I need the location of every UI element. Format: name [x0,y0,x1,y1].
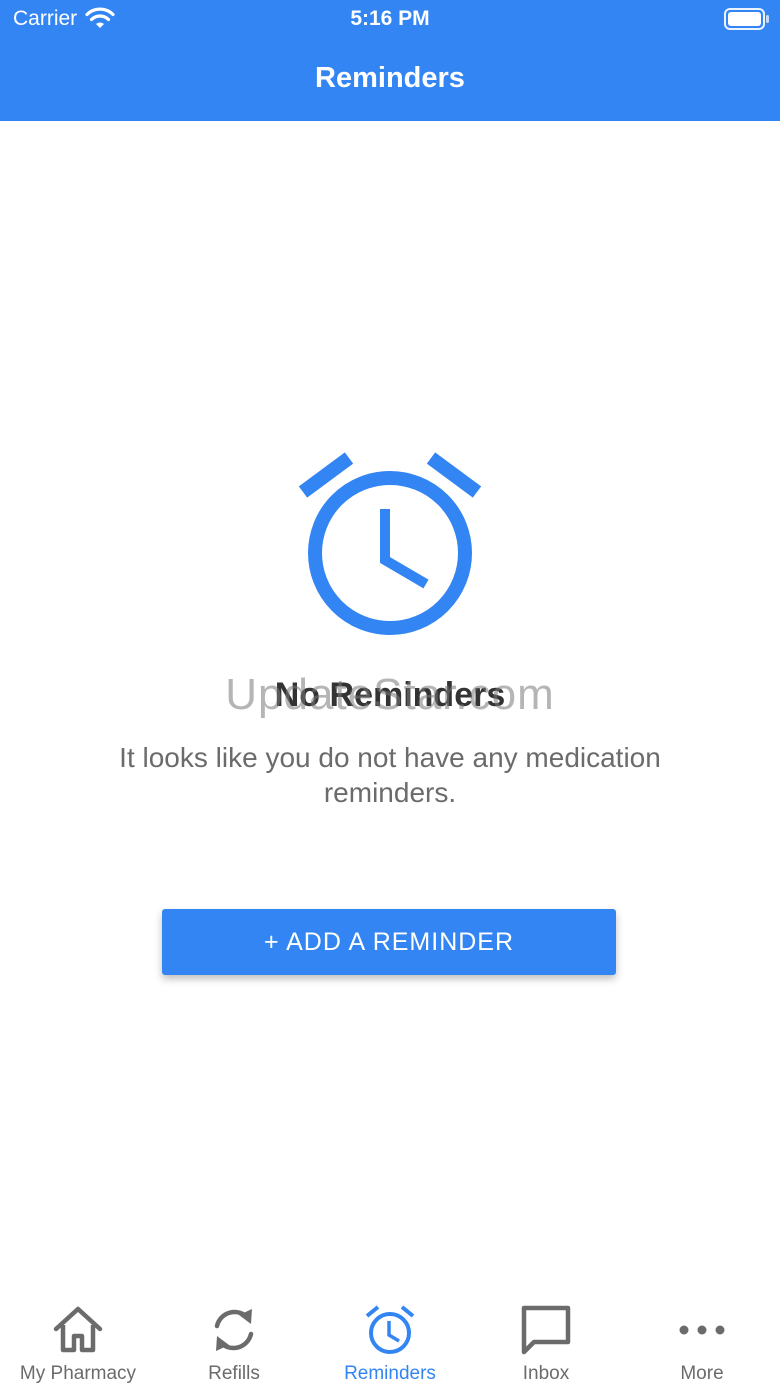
tab-label: Reminders [344,1363,436,1384]
tab-my-pharmacy[interactable]: My Pharmacy [0,1290,156,1387]
status-time: 5:16 PM [350,7,430,30]
watermark-text: UpdateStar.com [225,670,555,719]
alarm-clock-icon [299,452,481,635]
battery-icon [724,8,769,30]
tab-bar: My Pharmacy Refills Reminders Inbox More [0,1290,780,1387]
tab-refills[interactable]: Refills [156,1290,312,1387]
tab-label: My Pharmacy [19,1363,137,1384]
empty-state-message: It looks like you do not have any medica… [119,742,661,808]
home-icon [53,1306,103,1353]
tab-more[interactable]: More [624,1290,780,1387]
status-bar: Carrier 5:16 PM [0,0,780,40]
tab-inbox[interactable]: Inbox [468,1290,624,1387]
add-reminder-button[interactable]: + ADD A REMINDER [162,909,616,975]
more-dots-icon [679,1325,725,1335]
alarm-clock-icon [365,1305,415,1354]
header: Carrier 5:16 PM Reminders [0,0,780,121]
tab-label: Inbox [522,1363,570,1384]
tab-reminders[interactable]: Reminders [312,1290,468,1387]
tab-label: More [680,1363,724,1384]
tab-label: Refills [208,1363,260,1384]
reminders-screen: Carrier 5:16 PM Reminders No Reminders U… [0,0,780,1387]
message-icon [521,1305,571,1355]
page-title: Reminders [315,62,465,94]
refresh-icon [214,1309,254,1351]
